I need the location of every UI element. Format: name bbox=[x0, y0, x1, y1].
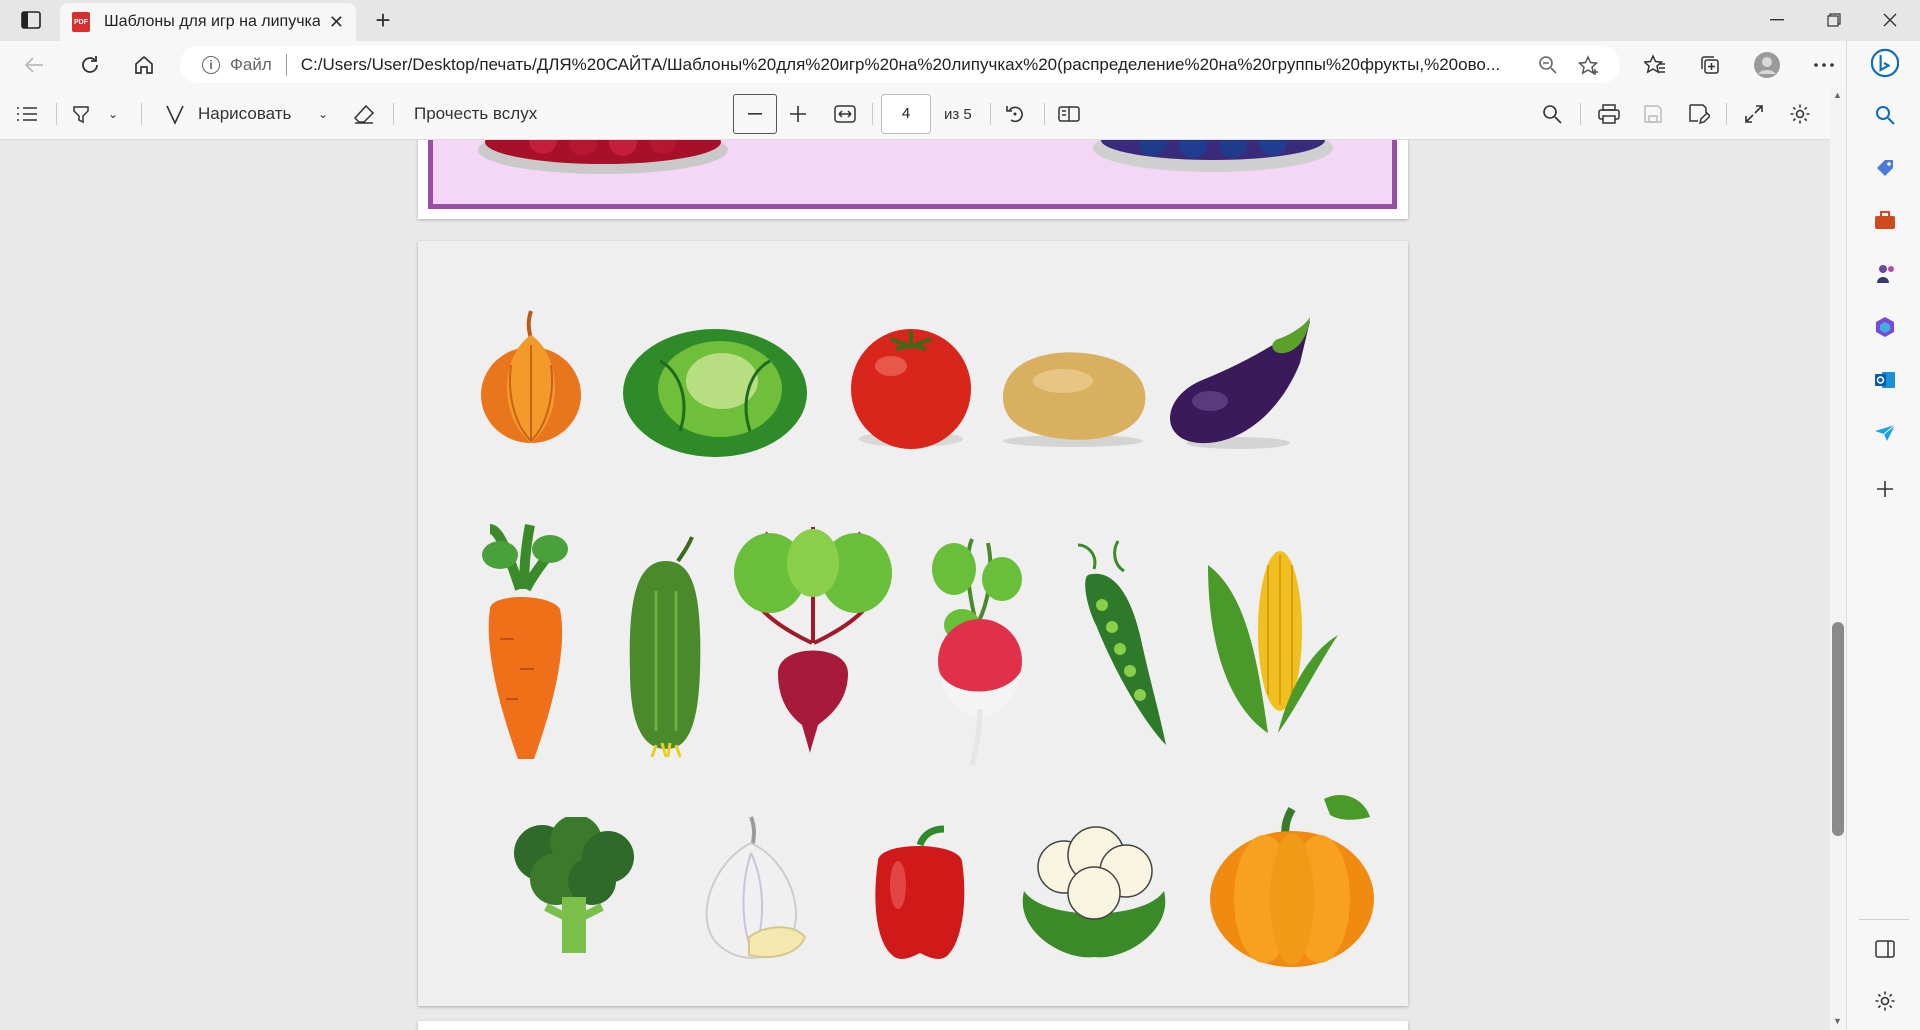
sidebar-settings-icon[interactable] bbox=[1871, 987, 1899, 1015]
save-as-icon[interactable] bbox=[1688, 100, 1710, 128]
more-options-icon[interactable] bbox=[1808, 49, 1840, 81]
fruit-bowls-image bbox=[478, 140, 1333, 174]
games-icon[interactable] bbox=[1871, 260, 1899, 288]
edge-sidebar bbox=[1846, 41, 1920, 1030]
potato-image bbox=[1003, 352, 1146, 447]
cauliflower-image bbox=[1022, 826, 1166, 958]
print-icon[interactable] bbox=[1598, 100, 1620, 128]
back-icon[interactable] bbox=[18, 49, 50, 81]
sidebar-search-icon[interactable] bbox=[1871, 101, 1899, 129]
pdf-settings-icon[interactable] bbox=[1789, 100, 1811, 128]
fit-page-icon[interactable] bbox=[834, 100, 856, 128]
fullscreen-icon[interactable] bbox=[1744, 100, 1764, 128]
cucumber-image bbox=[629, 536, 701, 758]
rotate-icon[interactable] bbox=[1004, 100, 1026, 128]
pdf-viewer[interactable] bbox=[0, 140, 1830, 1030]
tools-briefcase-icon[interactable] bbox=[1871, 207, 1899, 235]
toolbar-separator bbox=[56, 103, 57, 125]
eggplant-image bbox=[1170, 317, 1310, 449]
toolbar-separator bbox=[990, 103, 991, 125]
toolbar-separator bbox=[872, 103, 873, 125]
pdf-page-3 bbox=[418, 140, 1408, 219]
pdf-file-icon: PDF bbox=[72, 12, 90, 32]
zoom-out-button[interactable] bbox=[733, 94, 777, 134]
favorites-icon[interactable] bbox=[1639, 49, 1671, 81]
toolbar-separator bbox=[141, 103, 142, 125]
garlic-image bbox=[705, 816, 807, 959]
corn-image bbox=[1208, 551, 1338, 733]
microsoft-365-icon[interactable] bbox=[1871, 313, 1899, 341]
draw-button[interactable]: Нарисовать bbox=[164, 100, 291, 128]
new-tab-icon[interactable]: + bbox=[368, 6, 398, 34]
file-scheme-label: Файл bbox=[230, 54, 272, 74]
outlook-icon[interactable] bbox=[1871, 366, 1899, 394]
toolbar-separator bbox=[1044, 103, 1045, 125]
page-number-input[interactable]: 4 bbox=[881, 94, 931, 134]
pumpkin-image bbox=[1210, 795, 1374, 967]
toolbar-separator bbox=[1726, 103, 1727, 125]
draw-dropdown-chevron-icon[interactable]: ⌄ bbox=[318, 100, 328, 128]
close-window-icon[interactable] bbox=[1870, 6, 1910, 34]
send-drop-icon[interactable] bbox=[1871, 419, 1899, 447]
address-bar[interactable]: i Файл C:/Users/User/Desktop/печать/ДЛЯ%… bbox=[180, 46, 1620, 83]
navigation-bar: i Файл C:/Users/User/Desktop/печать/ДЛЯ%… bbox=[0, 41, 1920, 88]
scroll-down-arrow-icon[interactable]: ▼ bbox=[1833, 1016, 1842, 1026]
refresh-icon[interactable] bbox=[74, 49, 106, 81]
highlight-icon[interactable] bbox=[70, 100, 92, 128]
page-total-label: из 5 bbox=[944, 105, 972, 123]
pdf-page-4 bbox=[418, 241, 1408, 1006]
beet-image bbox=[734, 527, 892, 753]
read-aloud-button[interactable]: Прочесть вслух bbox=[414, 100, 537, 128]
title-bar: PDF Шаблоны для игр на липучках ( ✕ + bbox=[0, 0, 1920, 41]
draw-label: Нарисовать bbox=[198, 104, 292, 123]
toolbar-separator bbox=[1580, 103, 1581, 125]
copilot-icon[interactable] bbox=[1871, 48, 1899, 78]
onion-image bbox=[481, 310, 581, 443]
eraser-icon[interactable] bbox=[353, 100, 375, 128]
save-icon[interactable] bbox=[1643, 100, 1663, 128]
page-view-icon[interactable] bbox=[1058, 100, 1080, 128]
highlight-dropdown-chevron-icon[interactable]: ⌄ bbox=[108, 100, 118, 128]
peas-image bbox=[1077, 540, 1166, 745]
fruit-group-frame bbox=[428, 140, 1397, 209]
add-sidebar-app-icon[interactable] bbox=[1871, 475, 1899, 503]
hide-sidebar-icon[interactable] bbox=[1871, 935, 1899, 963]
collections-icon[interactable] bbox=[1694, 49, 1726, 81]
search-icon[interactable] bbox=[1542, 100, 1562, 128]
toolbar-separator bbox=[393, 103, 394, 125]
scroll-up-arrow-icon[interactable]: ▲ bbox=[1833, 90, 1842, 100]
profile-avatar[interactable] bbox=[1751, 49, 1783, 81]
scrollbar-thumb[interactable] bbox=[1832, 622, 1844, 836]
broccoli-image bbox=[514, 817, 634, 953]
contents-icon[interactable] bbox=[16, 100, 38, 128]
tomato-image bbox=[851, 329, 971, 449]
minimize-icon[interactable] bbox=[1757, 6, 1797, 34]
sidebar-separator bbox=[1859, 919, 1909, 920]
zoom-in-icon[interactable] bbox=[790, 100, 806, 128]
bell-pepper-image bbox=[875, 825, 965, 959]
draw-pen-icon bbox=[166, 105, 184, 125]
carrot-image bbox=[482, 524, 568, 759]
tab-title: Шаблоны для игр на липучках ( bbox=[104, 13, 320, 30]
pdf-page-5 bbox=[418, 1021, 1408, 1030]
address-separator bbox=[285, 53, 287, 76]
cabbage-image bbox=[623, 329, 807, 457]
zoom-out-indicator-icon[interactable] bbox=[1538, 55, 1558, 80]
shopping-tag-icon[interactable] bbox=[1871, 154, 1899, 182]
info-icon[interactable]: i bbox=[202, 55, 220, 74]
restore-icon[interactable] bbox=[1814, 6, 1854, 34]
pdf-toolbar: ⌄ Нарисовать ⌄ Прочесть вслух 4 из 5 bbox=[0, 88, 1846, 140]
close-tab-icon[interactable]: ✕ bbox=[329, 12, 344, 33]
tab-actions-icon[interactable] bbox=[18, 8, 44, 32]
home-icon[interactable] bbox=[128, 49, 160, 81]
url-text[interactable]: C:/Users/User/Desktop/печать/ДЛЯ%20САЙТА… bbox=[301, 55, 1521, 75]
radish-image bbox=[932, 538, 1022, 766]
add-favorite-icon[interactable] bbox=[1577, 55, 1600, 82]
browser-tab[interactable]: PDF Шаблоны для игр на липучках ( ✕ bbox=[60, 3, 356, 41]
vertical-scrollbar[interactable]: ▲ ▼ bbox=[1830, 88, 1846, 1030]
